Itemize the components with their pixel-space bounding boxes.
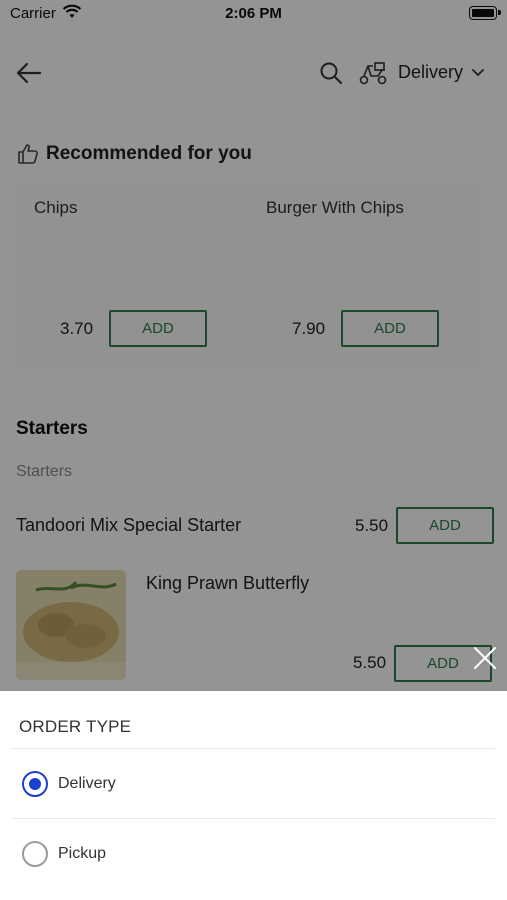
order-type-sheet: ORDER TYPE Delivery Pickup [0, 691, 507, 900]
option-label: Delivery [58, 775, 116, 792]
order-type-option-pickup[interactable]: Pickup [22, 839, 492, 869]
divider [12, 818, 495, 819]
sheet-title: ORDER TYPE [19, 717, 132, 736]
divider [12, 748, 495, 749]
radio-unselected-icon[interactable] [22, 841, 48, 867]
order-type-option-delivery[interactable]: Delivery [22, 769, 492, 799]
close-icon[interactable] [472, 645, 498, 671]
option-label: Pickup [58, 845, 107, 862]
modal-backdrop[interactable] [0, 0, 507, 691]
radio-selected-icon[interactable] [22, 771, 48, 797]
